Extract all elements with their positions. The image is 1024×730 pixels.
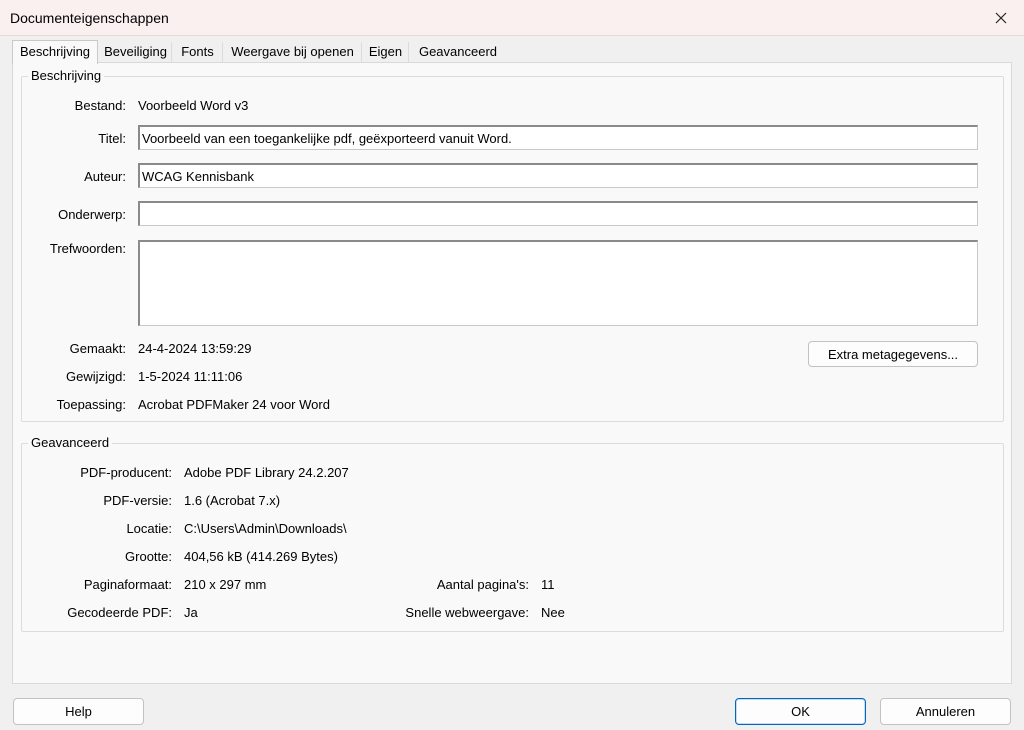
producer-value: Adobe PDF Library 24.2.207 — [184, 465, 349, 480]
description-group: Beschrijving Bestand: Voorbeeld Word v3 … — [21, 68, 1004, 422]
tagged-pdf-value: Ja — [184, 605, 198, 620]
tab-beschrijving[interactable]: Beschrijving — [12, 40, 98, 64]
tab-weergave-bij-openen[interactable]: Weergave bij openen — [224, 42, 362, 63]
title-label: Titel: — [98, 131, 126, 146]
fast-web-view-value: Nee — [541, 605, 565, 620]
created-value: 24-4-2024 13:59:29 — [138, 341, 252, 356]
subject-label: Onderwerp: — [58, 207, 126, 222]
close-icon — [995, 12, 1007, 24]
fast-web-view-label: Snelle webweergave: — [405, 605, 529, 620]
created-label: Gemaakt: — [69, 341, 126, 356]
size-value: 404,56 kB (414.269 Bytes) — [184, 549, 338, 564]
version-label: PDF-versie: — [103, 493, 172, 508]
tab-eigen[interactable]: Eigen — [363, 42, 409, 63]
version-value: 1.6 (Acrobat 7.x) — [184, 493, 281, 508]
location-value: C:\Users\Admin\Downloads\ — [184, 521, 347, 536]
modified-label: Gewijzigd: — [66, 369, 126, 384]
subject-input[interactable] — [138, 201, 978, 226]
page-count-value: 11 — [541, 577, 555, 592]
tagged-pdf-label: Gecodeerde PDF: — [67, 605, 172, 620]
producer-label: PDF-producent: — [80, 465, 172, 480]
file-label: Bestand: — [74, 98, 126, 113]
author-input[interactable] — [138, 163, 978, 188]
author-label: Auteur: — [84, 169, 126, 184]
description-legend: Beschrijving — [28, 68, 105, 83]
window-title: Documenteigenschappen — [10, 10, 169, 26]
advanced-group: Geavanceerd PDF-producent: Adobe PDF Lib… — [21, 435, 1004, 632]
tab-fonts[interactable]: Fonts — [173, 42, 223, 63]
page-count-label: Aantal pagina's: — [436, 577, 529, 592]
application-label: Toepassing: — [56, 397, 126, 412]
size-label: Grootte: — [125, 549, 172, 564]
keywords-textarea[interactable] — [138, 240, 978, 326]
file-value: Voorbeeld Word v3 — [138, 98, 249, 113]
tab-beveiliging[interactable]: Beveiliging — [100, 42, 172, 63]
page-size-label: Paginaformaat: — [83, 577, 172, 592]
tab-panel: Beschrijving Bestand: Voorbeeld Word v3 … — [12, 62, 1012, 684]
location-label: Locatie: — [126, 521, 172, 536]
extra-metadata-button[interactable]: Extra metagegevens... — [808, 341, 978, 367]
tab-geavanceerd[interactable]: Geavanceerd — [410, 42, 506, 63]
ok-button[interactable]: OK — [735, 698, 866, 725]
title-bar: Documenteigenschappen — [0, 0, 1024, 36]
title-input[interactable] — [138, 125, 978, 150]
page-size-value: 210 x 297 mm — [184, 577, 267, 592]
cancel-button[interactable]: Annuleren — [880, 698, 1011, 725]
advanced-legend: Geavanceerd — [28, 435, 113, 450]
help-button[interactable]: Help — [13, 698, 144, 725]
close-button[interactable] — [978, 0, 1024, 36]
modified-value: 1-5-2024 11:11:06 — [138, 369, 243, 384]
application-value: Acrobat PDFMaker 24 voor Word — [138, 397, 330, 412]
keywords-label: Trefwoorden: — [49, 241, 126, 256]
